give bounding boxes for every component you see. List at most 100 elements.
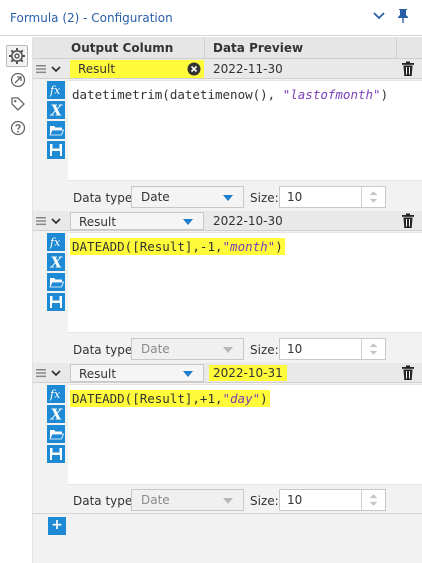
formula-row-bar: Result 2022-11-30 — [33, 59, 422, 79]
expression-editor[interactable]: DATEADD([Result],-1,"month") — [68, 232, 422, 333]
data-type-label: Data type: — [73, 494, 137, 508]
formula-row-bar: Result 2022-10-31 — [33, 363, 422, 383]
title-bar: Formula (2) - Configuration — [0, 0, 422, 36]
size-input[interactable]: 10 — [279, 338, 386, 360]
size-label: Size: — [250, 494, 279, 508]
spinner-icon[interactable] — [361, 187, 385, 207]
data-type-select[interactable]: Date — [131, 338, 244, 360]
open-expression-button[interactable] — [47, 273, 65, 291]
data-preview-value: 2022-11-30 — [213, 62, 283, 76]
open-folder-icon — [49, 278, 64, 288]
svg-text:X: X — [50, 254, 64, 270]
variable-x-icon: X — [50, 102, 64, 118]
size-input[interactable]: 10 — [279, 186, 386, 208]
save-expression-button[interactable] — [47, 141, 65, 159]
data-preview-value: 2022-10-30 — [213, 214, 283, 228]
drag-handle-icon[interactable] — [36, 64, 46, 74]
clear-circle-icon[interactable] — [187, 62, 201, 76]
size-label: Size: — [250, 343, 279, 357]
chevron-down-icon[interactable] — [51, 216, 61, 226]
expression-editor[interactable]: datetimetrim(datetimenow(), "lastofmonth… — [68, 80, 422, 181]
expression-function: datetimetrim(datetimenow(), — [72, 87, 283, 102]
chevron-down-icon[interactable] — [51, 368, 61, 378]
grid-header: Output Column Data Preview — [33, 37, 422, 59]
dropdown-arrow-icon — [183, 219, 193, 225]
size-input[interactable]: 10 — [279, 489, 386, 511]
help-icon[interactable] — [10, 120, 26, 136]
expression-text[interactable]: DATEADD([Result],+1,"day") — [70, 390, 270, 407]
tag-icon[interactable] — [10, 96, 26, 112]
header-separator — [204, 37, 205, 59]
expression-function: DATEADD([Result],-1, — [72, 239, 223, 254]
data-type-select[interactable]: Date — [131, 489, 244, 511]
configuration-tab[interactable] — [6, 45, 28, 67]
header-output-column: Output Column — [71, 41, 174, 55]
save-expression-button[interactable] — [47, 293, 65, 311]
save-expression-button[interactable] — [47, 445, 65, 463]
variables-button[interactable]: X — [47, 101, 65, 119]
open-folder-icon — [49, 126, 64, 136]
expression-string: "day" — [222, 391, 261, 406]
pin-icon[interactable] — [396, 8, 410, 24]
open-expression-button[interactable] — [47, 121, 65, 139]
spinner-icon[interactable] — [361, 339, 385, 359]
expression-text[interactable]: datetimetrim(datetimenow(), "lastofmonth… — [70, 86, 390, 103]
add-row-bar — [33, 513, 422, 539]
formula-row-bar: Result 2022-10-30 — [33, 211, 422, 231]
save-icon — [50, 144, 62, 156]
save-icon — [50, 448, 62, 460]
fx-icon: fx — [49, 388, 61, 401]
add-formula-button[interactable]: + — [48, 517, 66, 535]
svg-text:fx: fx — [49, 236, 61, 249]
chevron-down-icon[interactable] — [51, 64, 61, 74]
chevron-down-icon[interactable] — [372, 9, 386, 23]
formula-row: Result 2022-10-31 fx X DATEADD([Result],… — [33, 363, 422, 513]
fx-icon: fx — [49, 236, 61, 249]
drag-handle-icon[interactable] — [36, 368, 46, 378]
connection-icon[interactable] — [10, 72, 26, 88]
drag-handle-icon[interactable] — [36, 216, 46, 226]
data-type-label: Data type: — [73, 191, 137, 205]
size-value: 10 — [287, 342, 303, 356]
expression-end: ) — [380, 87, 389, 102]
dropdown-arrow-icon — [183, 371, 193, 377]
expression-string: "month" — [222, 239, 276, 254]
output-column-select[interactable]: Result — [70, 364, 204, 382]
fx-icon: fx — [49, 84, 61, 97]
expression-editor[interactable]: DATEADD([Result],+1,"day") — [68, 384, 422, 485]
data-type-value: Date — [141, 493, 170, 507]
window-title: Formula (2) - Configuration — [10, 11, 173, 25]
size-value: 10 — [287, 493, 303, 507]
trash-icon[interactable] — [401, 365, 415, 381]
expression-end: ) — [275, 239, 283, 254]
data-preview-value: 2022-10-31 — [209, 365, 287, 381]
open-expression-button[interactable] — [47, 425, 65, 443]
gear-icon — [9, 48, 25, 64]
variable-x-icon: X — [50, 254, 64, 270]
expression-end: ) — [260, 391, 268, 406]
data-type-select[interactable]: Date — [131, 186, 244, 208]
variables-button[interactable]: X — [47, 253, 65, 271]
fx-button[interactable]: fx — [47, 81, 65, 99]
header-separator — [396, 37, 397, 59]
output-column-value: Result — [79, 215, 117, 229]
output-column-select[interactable]: Result — [70, 212, 204, 230]
fx-button[interactable]: fx — [47, 233, 65, 251]
variables-button[interactable]: X — [47, 405, 65, 423]
svg-text:fx: fx — [49, 84, 61, 97]
expression-text[interactable]: DATEADD([Result],-1,"month") — [70, 238, 285, 255]
size-label: Size: — [250, 191, 279, 205]
formula-row: Result 2022-10-30 fx X DATEADD([Result],… — [33, 211, 422, 361]
output-column-input[interactable]: Result — [70, 60, 204, 78]
svg-text:X: X — [50, 406, 64, 422]
left-rail — [0, 37, 33, 563]
data-type-label: Data type: — [73, 343, 137, 357]
trash-icon[interactable] — [401, 213, 415, 229]
variable-x-icon: X — [50, 406, 64, 422]
trash-icon[interactable] — [401, 61, 415, 77]
data-type-value: Date — [141, 342, 170, 356]
spinner-icon[interactable] — [361, 490, 385, 510]
open-folder-icon — [49, 430, 64, 440]
svg-text:fx: fx — [49, 388, 61, 401]
fx-button[interactable]: fx — [47, 385, 65, 403]
